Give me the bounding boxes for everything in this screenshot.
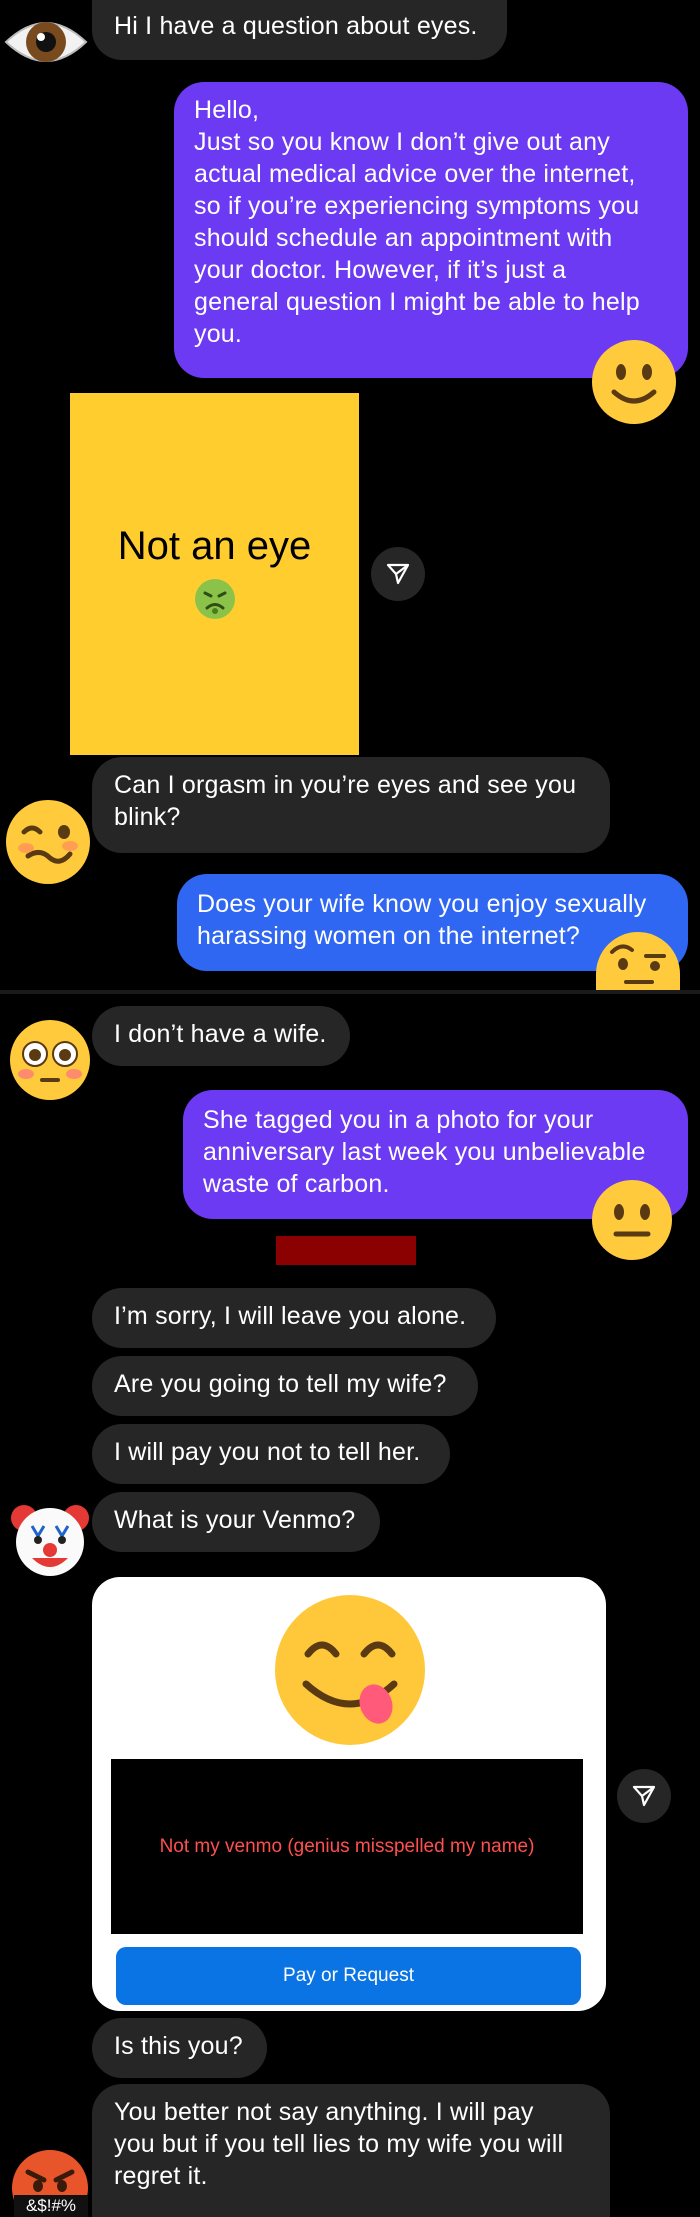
smiling-face-reaction	[590, 338, 678, 426]
flushed-face-avatar[interactable]	[8, 1018, 92, 1102]
clown-face-avatar[interactable]	[8, 1496, 92, 1580]
note-text: Not an eye	[117, 523, 312, 568]
message-line: Hello,	[194, 96, 260, 124]
message-line: Just so you know I don’t give out any	[194, 128, 610, 156]
woozy-face-icon	[6, 800, 90, 884]
clown-face-icon	[11, 1505, 89, 1576]
eye-emoji-avatar[interactable]	[2, 6, 90, 76]
message-text: What is your Venmo?	[114, 1506, 356, 1534]
message-line: blink?	[114, 803, 181, 831]
yum-face-icon	[275, 1595, 425, 1745]
nauseated-face-icon	[193, 577, 237, 626]
message-outgoing-2[interactable]: Hello, Just so you know I don’t give out…	[174, 82, 688, 378]
message-text: Hi I have a question about eyes.	[114, 12, 478, 40]
message-incoming-10[interactable]: What is your Venmo?	[92, 1492, 380, 1552]
message-incoming-5[interactable]: I don’t have a wife.	[92, 1006, 350, 1066]
flushed-face-icon	[10, 1020, 90, 1100]
message-incoming-8[interactable]: Are you going to tell my wife?	[92, 1356, 478, 1416]
message-text: Is this you?	[114, 2032, 243, 2060]
swear-symbols-label: &$!#%	[14, 2195, 88, 2217]
message-line: regret it.	[114, 2162, 208, 2190]
redaction-bar	[276, 1236, 416, 1265]
message-line: actual medical advice over the internet,	[194, 160, 636, 188]
message-line: so if you’re experiencing symptoms you	[194, 192, 640, 220]
woozy-face-avatar[interactable]	[4, 798, 92, 886]
paper-plane-icon	[632, 1785, 656, 1807]
smiling-face-icon	[592, 340, 676, 424]
eye-icon	[4, 22, 88, 62]
message-incoming-12[interactable]: You better not say anything. I will pay …	[92, 2084, 610, 2217]
message-text: Are you going to tell my wife?	[114, 1370, 447, 1398]
message-line: You better not say anything. I will pay	[114, 2098, 534, 2126]
message-line: your doctor. However, if it’s just a	[194, 256, 567, 284]
yum-face-emoji	[272, 1592, 428, 1748]
note-image[interactable]: Not an eye	[70, 393, 359, 755]
message-incoming-7[interactable]: I’m sorry, I will leave you alone.	[92, 1288, 496, 1348]
neutral-face-reaction	[590, 1178, 674, 1262]
card-caption: Not my venmo (genius misspelled my name)	[159, 1835, 535, 1857]
pay-or-request-button[interactable]: Pay or Request	[116, 1947, 581, 2005]
message-text: I’m sorry, I will leave you alone.	[114, 1302, 467, 1330]
message-text: I don’t have a wife.	[114, 1020, 327, 1048]
raised-eyebrow-face-icon	[596, 932, 680, 990]
message-line: anniversary last week you unbelievable	[203, 1138, 646, 1166]
message-incoming-11[interactable]: Is this you?	[92, 2018, 267, 2078]
share-button[interactable]	[617, 1769, 671, 1823]
message-line: Can I orgasm in you’re eyes and see you	[114, 771, 577, 799]
message-line: Does your wife know you enjoy sexually	[197, 890, 647, 918]
screenshot-divider	[0, 990, 700, 994]
message-text: I will pay you not to tell her.	[114, 1438, 421, 1466]
message-line: should schedule an appointment with	[194, 224, 613, 252]
raised-eyebrow-reaction	[594, 930, 682, 990]
message-incoming-1[interactable]: Hi I have a question about eyes.	[92, 0, 507, 60]
message-incoming-3[interactable]: Can I orgasm in you’re eyes and see you …	[92, 757, 610, 853]
pay-or-request-label: Pay or Request	[283, 1965, 414, 1986]
paper-plane-icon	[386, 563, 410, 585]
share-button[interactable]	[371, 547, 425, 601]
message-line: you but if you tell lies to my wife you …	[114, 2130, 564, 2158]
message-line: general question I might be able to help	[194, 288, 640, 316]
neutral-face-icon	[592, 1180, 672, 1260]
message-incoming-9[interactable]: I will pay you not to tell her.	[92, 1424, 450, 1484]
message-line: She tagged you in a photo for your	[203, 1106, 594, 1134]
venmo-name-redacted: Not my venmo (genius misspelled my name)	[111, 1759, 583, 1934]
